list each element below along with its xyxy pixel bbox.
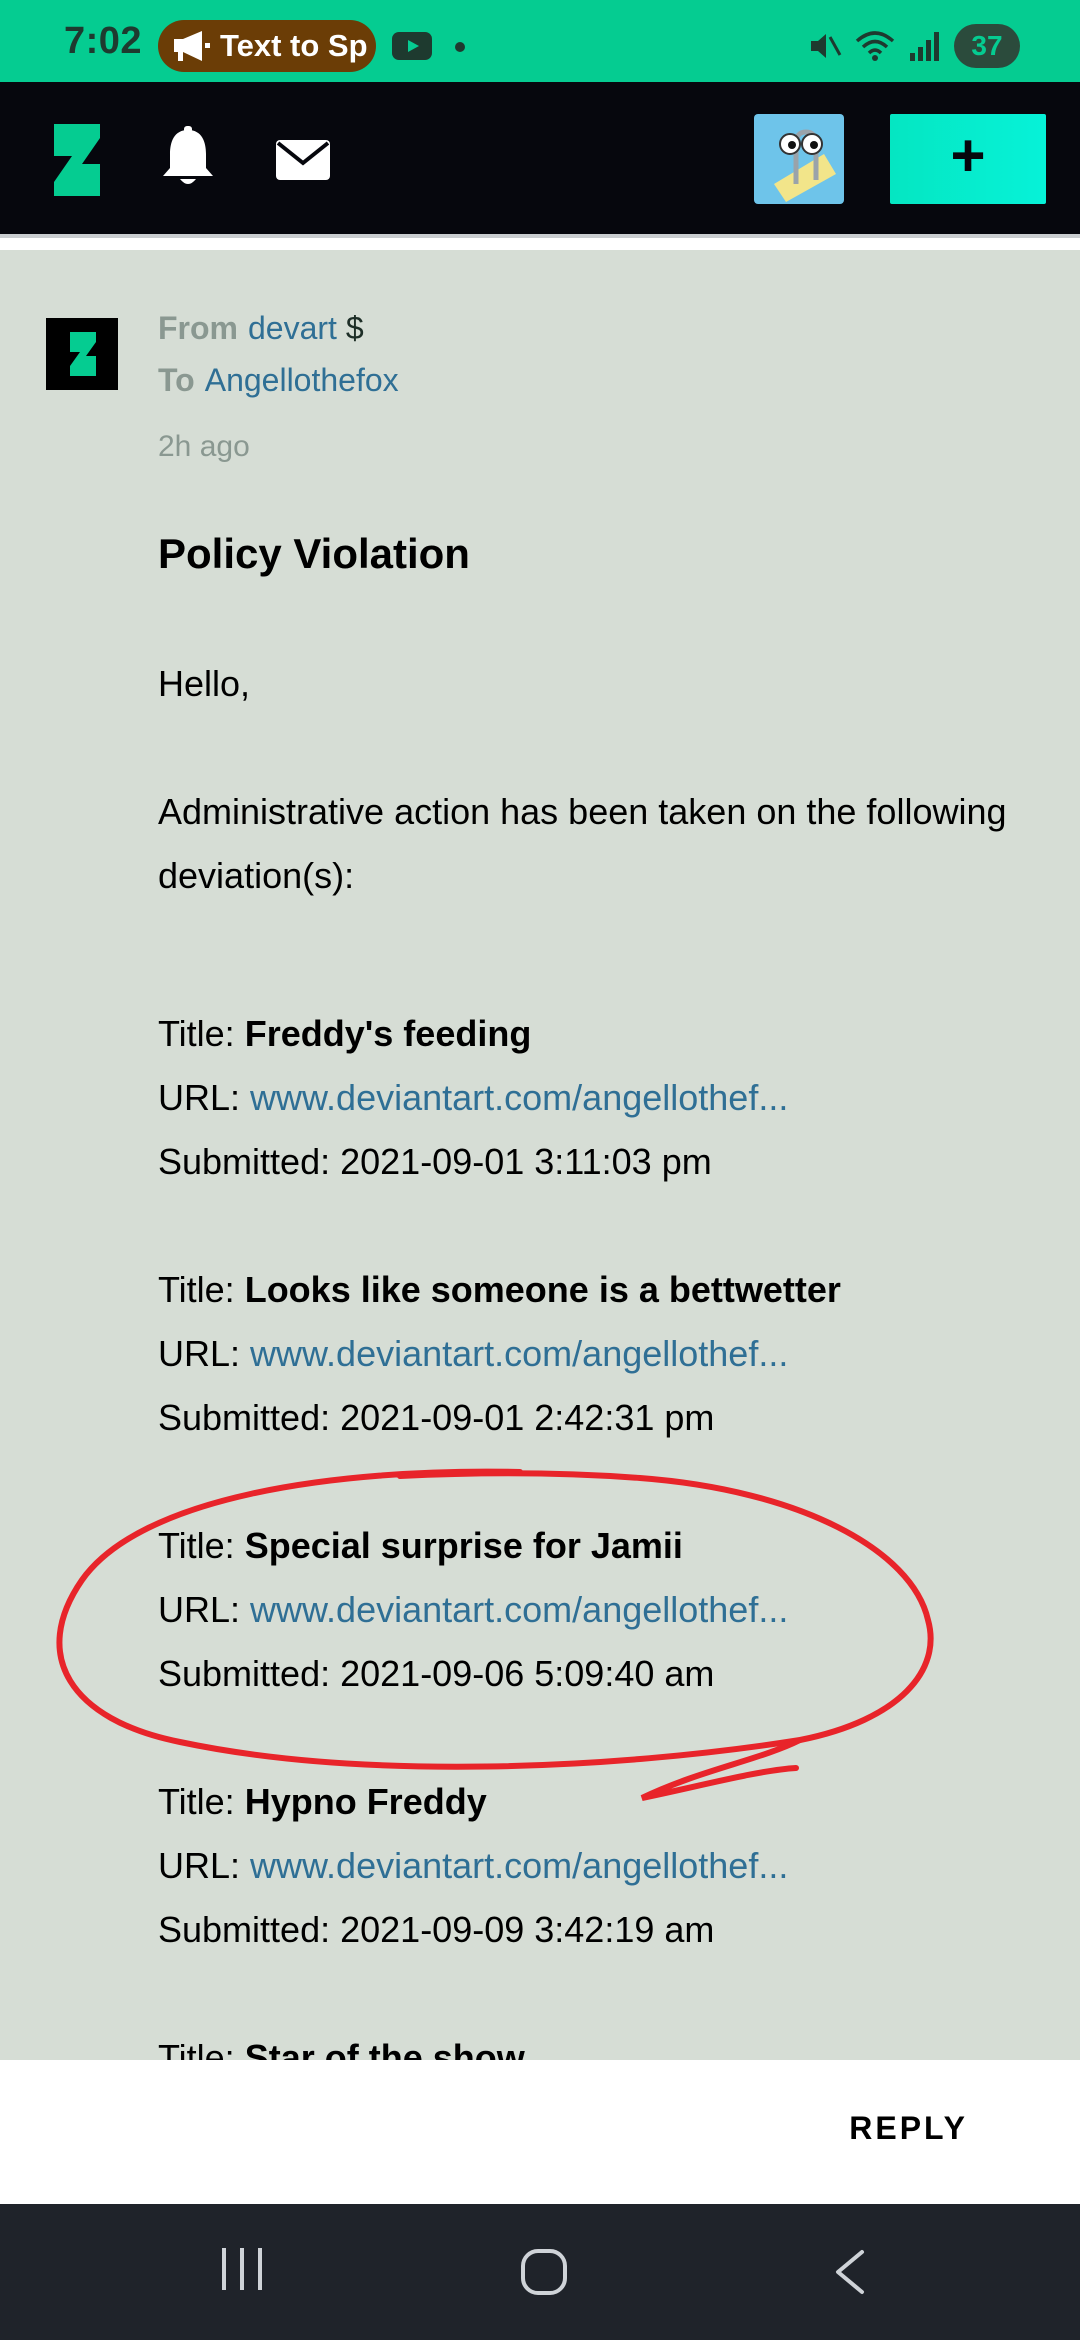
notification-dot [455,42,465,52]
message-content[interactable]: From devart $ To Angellothefox 2h ago Poli… [0,250,1080,2060]
back-icon[interactable] [832,2248,868,2296]
from-badge: $ [345,310,364,346]
reply-bar: REPLY [0,2060,1080,2204]
intro-text: Administrative action has been taken on … [158,791,1007,896]
entry-title-line: Title: Special surprise for Jamii [158,1514,683,1578]
bell-icon[interactable] [160,126,216,188]
entry-url-line: URL: www.deviantart.com/angellothef... [158,1066,788,1130]
to-line: To Angellothefox [158,362,399,399]
entry-submitted-value: 2021-09-01 2:42:31 pm [340,1397,715,1438]
entry-url-label: URL: [158,1077,241,1118]
youtube-icon [392,32,432,60]
status-icons: 37 [808,22,1020,70]
user-avatar[interactable] [754,114,844,204]
entry-submitted-value: 2021-09-06 5:09:40 am [340,1653,715,1694]
notification-pill[interactable]: Text to Sp [158,20,376,72]
deviantart-logo-icon[interactable] [52,124,102,196]
entry-submitted-line: Submitted: 2021-09-01 3:11:03 pm [158,1130,712,1194]
entry-title: Special surprise for Jamii [244,1525,683,1566]
create-button[interactable]: + [890,114,1046,204]
to-user-link[interactable]: Angellothefox [205,362,399,398]
entry-title-line: Title: Hypno Freddy [158,1770,487,1834]
entry-submitted-line: Submitted: 2021-09-01 2:42:31 pm [158,1386,714,1450]
status-time: 7:02 [64,20,143,62]
greeting-text: Hello, [158,663,251,704]
megaphone-icon [174,31,210,61]
entry-url-link[interactable]: www.deviantart.com/angellothef... [250,1845,788,1886]
entry-title: Star of the show [244,2037,525,2060]
from-line: From devart $ [158,310,364,347]
entry-submitted-line: Submitted: 2021-09-06 5:09:40 am [158,1642,714,1706]
to-label: To [158,362,195,398]
header-divider [0,234,1080,250]
entry-submitted-value: 2021-09-09 3:42:19 am [340,1909,715,1950]
entry-title-label: Title: [158,1013,235,1054]
entry-submitted-line: Submitted: 2021-09-09 3:42:19 am [158,1898,714,1962]
home-icon[interactable] [520,2248,568,2296]
entry-url-link[interactable]: www.deviantart.com/angellothef... [250,1077,788,1118]
avatar-image [774,129,836,202]
reply-button[interactable]: REPLY [849,2110,968,2147]
entry-url-label: URL: [158,1589,241,1630]
wifi-icon [855,31,895,61]
entry-submitted-label: Submitted: [158,1397,331,1438]
from-label: From [158,310,238,346]
entry-submitted-label: Submitted: [158,1909,331,1950]
message-timestamp: 2h ago [158,430,250,463]
entry-url-label: URL: [158,1845,241,1886]
system-nav-bar [0,2204,1080,2340]
entry-title: Hypno Freddy [244,1781,487,1822]
message-subject: Policy Violation [158,530,470,577]
entry-url-link[interactable]: www.deviantart.com/angellothef... [250,1333,788,1374]
signal-icon [910,32,939,61]
recent-apps-icon[interactable] [218,2246,266,2292]
entry-title-label: Title: [158,2037,235,2060]
entry-title-line: Title: Looks like someone is a bettwette… [158,1258,841,1322]
entry-title: Freddy's feeding [244,1013,532,1054]
mute-icon [811,34,842,58]
entry-title-line: Title: Freddy's feeding [158,1002,531,1066]
entry-url-label: URL: [158,1333,241,1374]
entry-url-line: URL: www.deviantart.com/angellothef... [158,1322,788,1386]
entry-title-line: Title: Star of the show [158,2026,525,2060]
entry-submitted-label: Submitted: [158,1141,331,1182]
entry-title-label: Title: [158,1525,235,1566]
from-user-link[interactable]: devart [248,310,337,346]
sender-avatar[interactable] [46,318,118,390]
deviantart-logo-icon [70,332,96,376]
mail-icon[interactable] [276,140,330,180]
entry-url-line: URL: www.deviantart.com/angellothef... [158,1578,788,1642]
entry-url-line: URL: www.deviantart.com/angellothef... [158,1834,788,1898]
entry-submitted-value: 2021-09-01 3:11:03 pm [340,1141,712,1182]
entry-url-link[interactable]: www.deviantart.com/angellothef... [250,1589,788,1630]
entry-title-label: Title: [158,1781,235,1822]
entry-title: Looks like someone is a bettwetter [244,1269,841,1310]
battery-indicator: 37 [954,24,1020,68]
create-button-label: + [950,122,986,189]
status-bar: 7:02 Text to Sp 37 [0,0,1080,82]
entry-title-label: Title: [158,1269,235,1310]
notification-pill-text: Text to Sp [220,28,368,63]
entry-submitted-label: Submitted: [158,1653,331,1694]
